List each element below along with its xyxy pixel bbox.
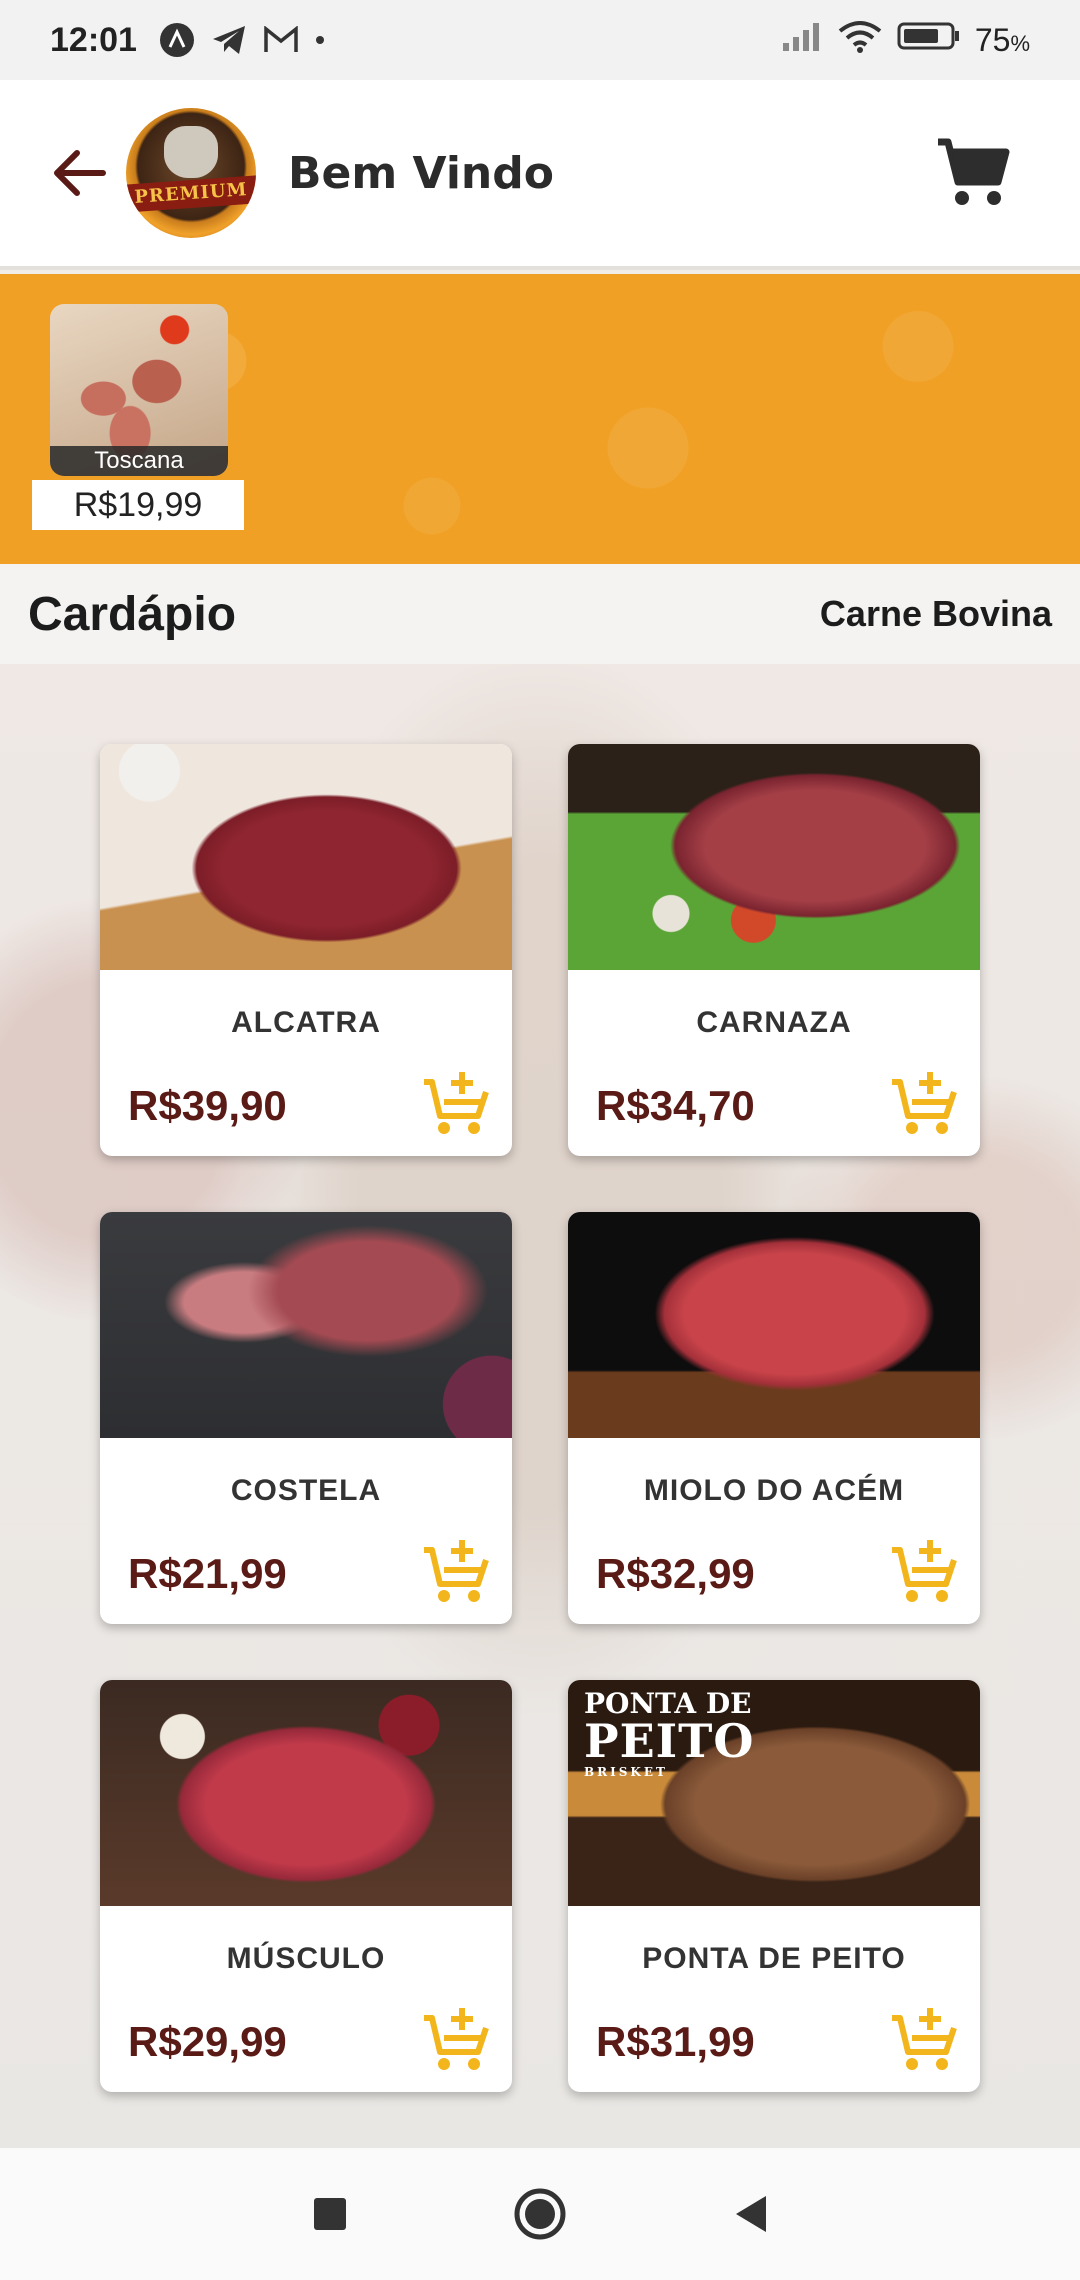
bull-logo-image: [164, 126, 218, 178]
battery-unit: %: [1010, 30, 1030, 56]
header-title: Bem Vindo: [288, 147, 554, 199]
home-button[interactable]: [510, 2184, 570, 2244]
product-image: [568, 744, 980, 970]
battery-value: 75: [974, 21, 1011, 58]
cart-plus-icon: [892, 1540, 957, 1602]
product-price: R$21,99: [128, 1550, 287, 1597]
product-name: MÚSCULO: [226, 1942, 386, 1975]
gmail-icon: [263, 26, 299, 54]
app-notification-icon: [159, 22, 195, 58]
product-price: R$39,90: [128, 1082, 287, 1129]
shopping-cart-icon: [938, 138, 1010, 205]
triangle-back-icon: [736, 2196, 766, 2232]
product-card[interactable]: MÚSCULO R$29,99: [100, 1680, 512, 2092]
cart-plus-icon: [424, 1072, 489, 1134]
menu-header: Cardápio Carne Bovina: [0, 564, 1080, 664]
brisket-image-text: PONTA DE PEITO BRISKET: [584, 1690, 755, 1779]
cart-plus-icon: [424, 2008, 489, 2070]
add-to-cart-button[interactable]: [420, 1066, 492, 1138]
dot-icon: [315, 35, 325, 45]
product-image: [100, 1212, 512, 1438]
product-price: R$34,70: [596, 1082, 755, 1129]
app-header: PREMIUM Bem Vindo: [0, 80, 1080, 270]
product-grid: ALCATRA R$39,90 CARNAZA R$34,70 COSTELA …: [0, 664, 1080, 2148]
telegram-icon: [211, 24, 247, 56]
logo-ribbon-text: PREMIUM: [126, 175, 256, 213]
promo-banner: Toscana R$19,99: [0, 274, 1080, 564]
status-bar: 12:01 75%: [0, 0, 1080, 80]
product-price: R$32,99: [596, 1550, 755, 1597]
product-name: COSTELA: [230, 1474, 382, 1507]
system-nav-bar: [0, 2148, 1080, 2280]
cart-plus-icon: [892, 2008, 957, 2070]
product-image: PONTA DE PEITO BRISKET: [568, 1680, 980, 1906]
add-to-cart-button[interactable]: [888, 1534, 960, 1606]
arrow-left-icon: [54, 150, 106, 196]
product-card[interactable]: CARNAZA R$34,70: [568, 744, 980, 1156]
circle-icon: [514, 2188, 566, 2240]
product-image: [100, 744, 512, 970]
battery-icon: [897, 21, 961, 60]
add-to-cart-button[interactable]: [420, 1534, 492, 1606]
menu-title: Cardápio: [28, 587, 237, 641]
product-card[interactable]: COSTELA R$21,99: [100, 1212, 512, 1624]
signal-icon: [781, 21, 823, 60]
product-card[interactable]: PONTA DE PEITO BRISKET PONTA DE PEITO R$…: [568, 1680, 980, 2092]
battery-percent: 75%: [975, 22, 1030, 59]
brand-logo: PREMIUM: [126, 108, 256, 238]
add-to-cart-button[interactable]: [888, 2002, 960, 2074]
menu-category[interactable]: Carne Bovina: [820, 593, 1052, 635]
cart-button[interactable]: [932, 132, 1012, 212]
product-price: R$31,99: [596, 2018, 755, 2065]
status-time: 12:01: [50, 20, 137, 59]
product-name: ALCATRA: [231, 1006, 381, 1039]
back-button[interactable]: [44, 138, 114, 208]
cart-plus-icon: [424, 1540, 489, 1602]
recents-button[interactable]: [300, 2184, 360, 2244]
promo-product-name: Toscana: [50, 446, 228, 476]
product-name: CARNAZA: [696, 1006, 852, 1039]
product-name: MIOLO DO ACÉM: [643, 1474, 905, 1507]
cart-plus-icon: [892, 1072, 957, 1134]
product-card[interactable]: ALCATRA R$39,90: [100, 744, 512, 1156]
product-image: [568, 1212, 980, 1438]
image-text-line: PEITO: [584, 1714, 755, 1768]
wifi-icon: [837, 19, 883, 62]
product-image: [100, 1680, 512, 1906]
product-price: R$29,99: [128, 2018, 287, 2065]
square-icon: [314, 2198, 346, 2230]
promo-item[interactable]: Toscana R$19,99: [32, 304, 247, 530]
add-to-cart-button[interactable]: [420, 2002, 492, 2074]
back-nav-button[interactable]: [720, 2184, 780, 2244]
add-to-cart-button[interactable]: [888, 1066, 960, 1138]
promo-product-image: Toscana: [50, 304, 228, 476]
product-card[interactable]: MIOLO DO ACÉM R$32,99: [568, 1212, 980, 1624]
promo-product-price: R$19,99: [32, 480, 244, 530]
product-name: PONTA DE PEITO: [642, 1942, 906, 1975]
